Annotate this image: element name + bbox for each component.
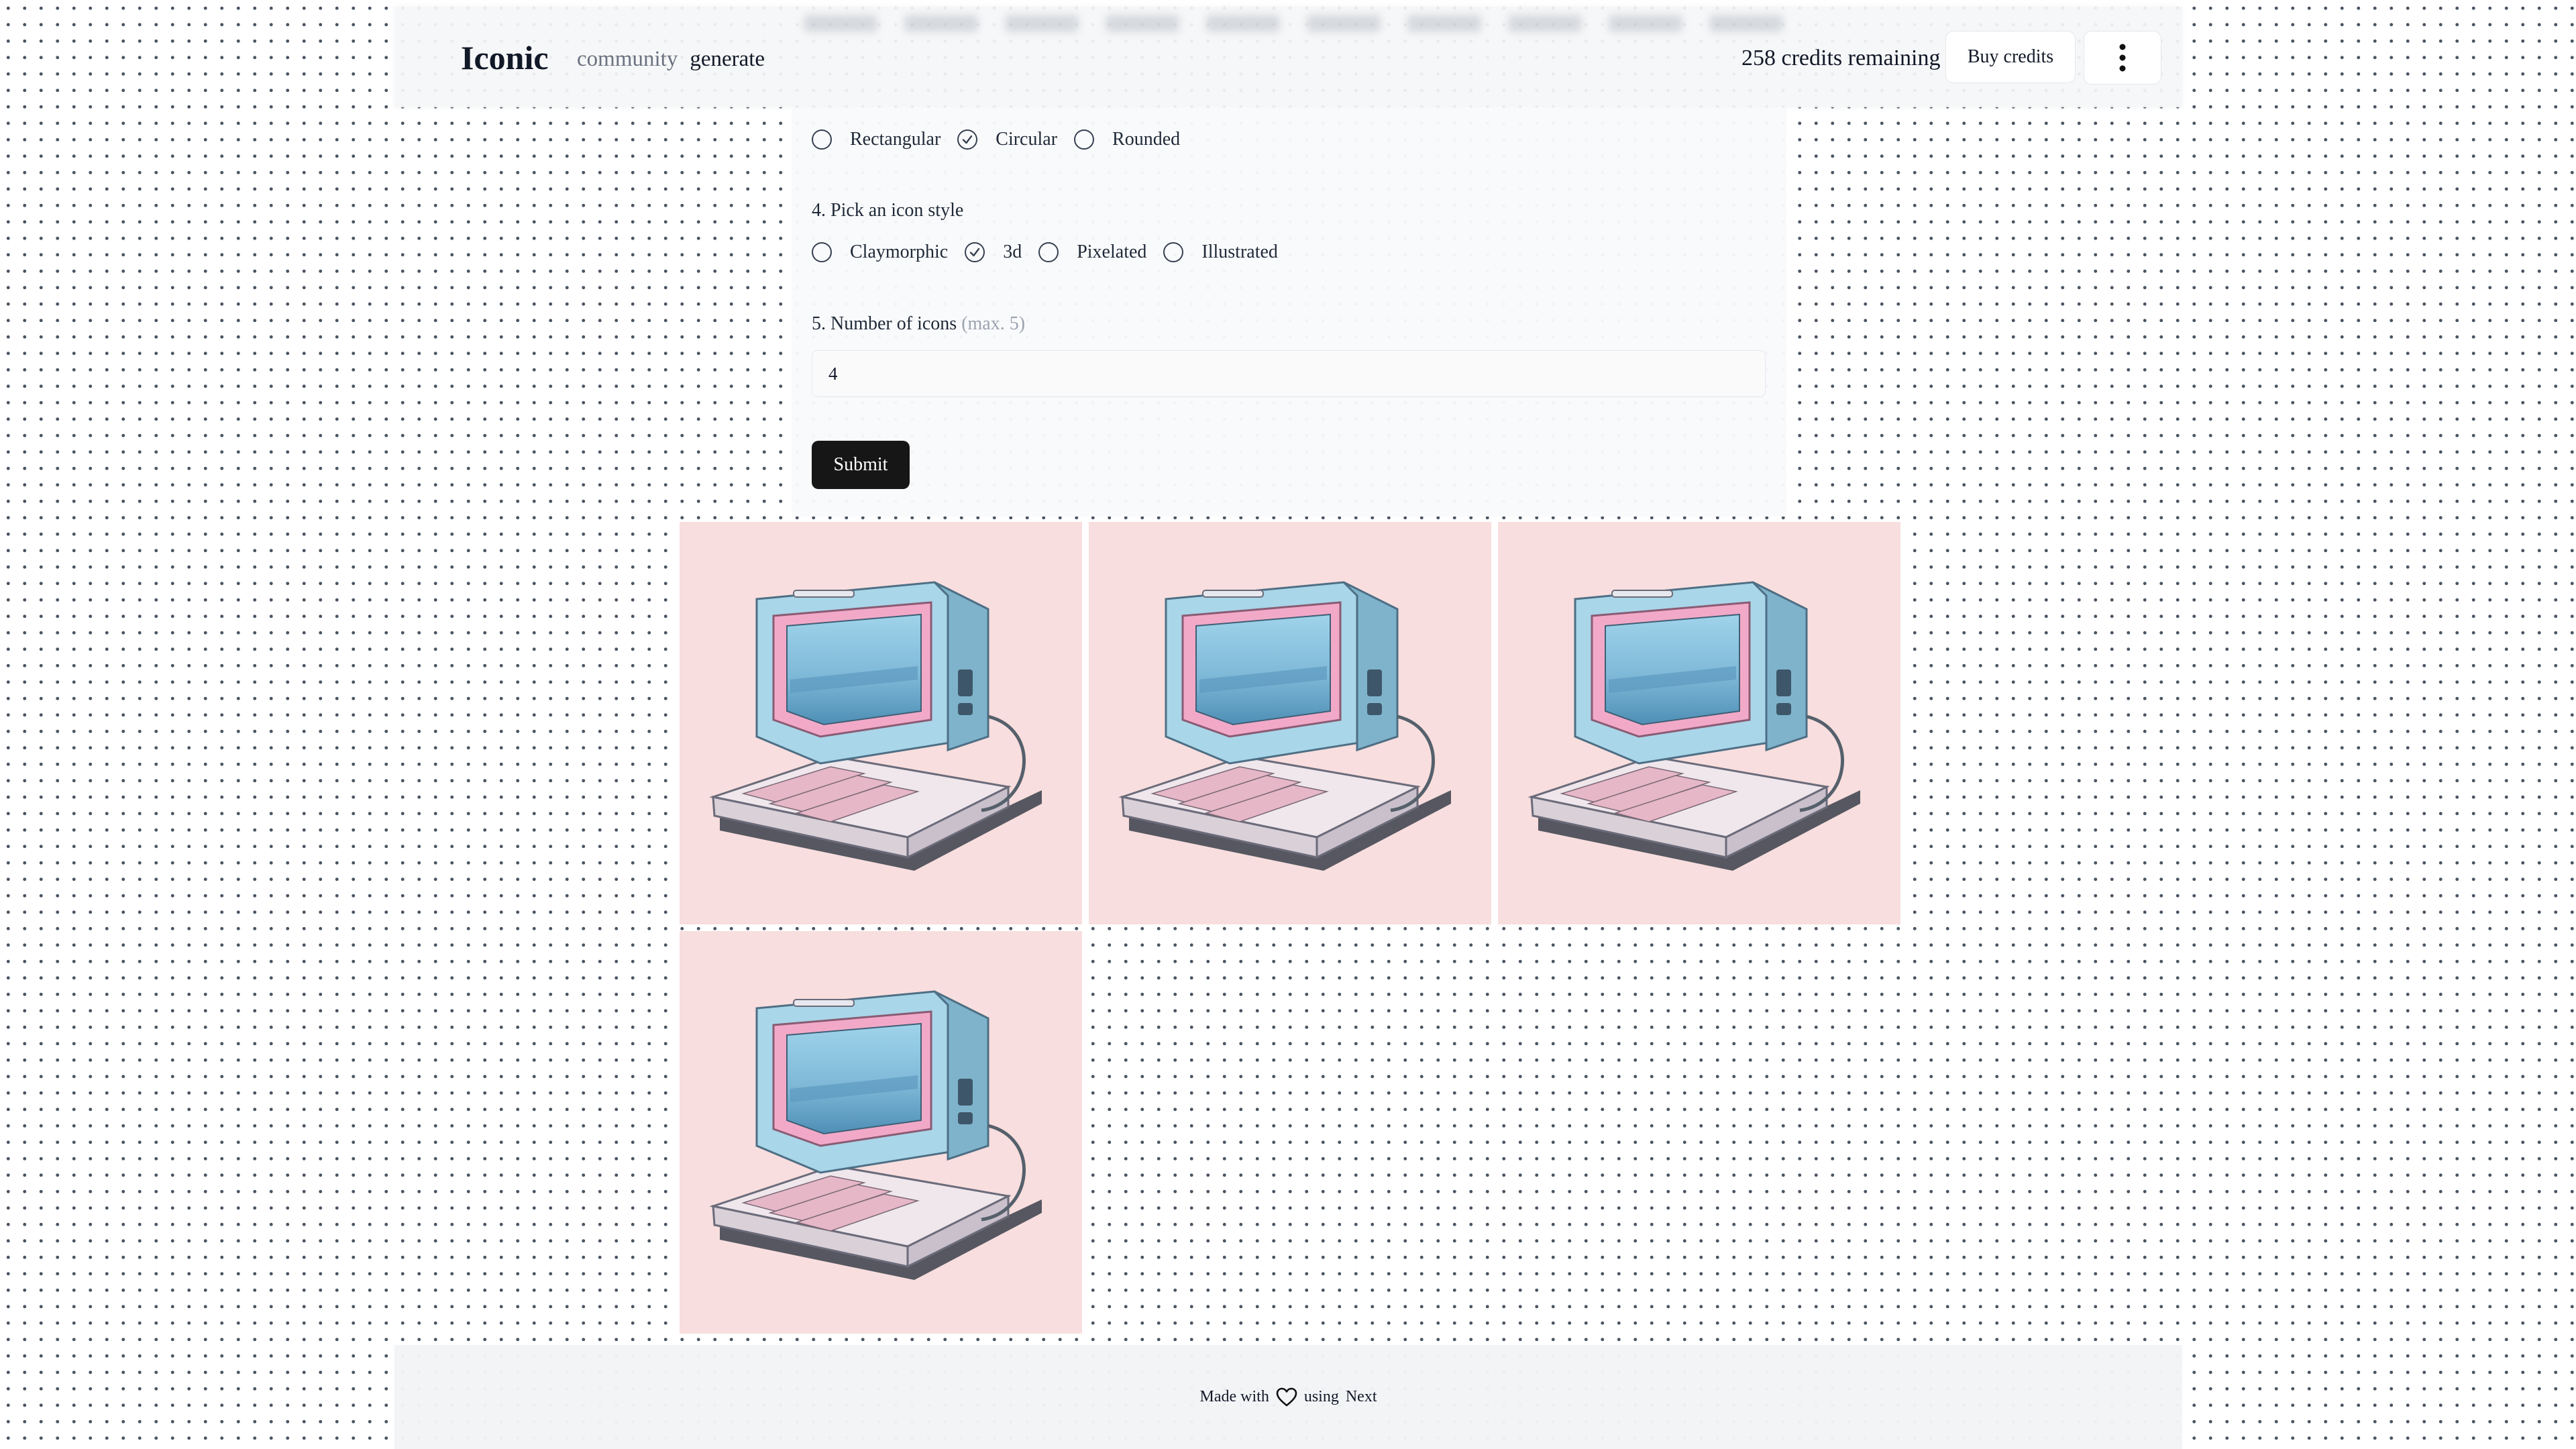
submit-button[interactable]: Submit bbox=[812, 441, 910, 489]
retro-computer-icon bbox=[693, 945, 1069, 1320]
top-header: Iconic community generate 258 credits re… bbox=[394, 7, 2182, 107]
generated-icon-tile[interactable] bbox=[1089, 522, 1491, 924]
app-logo[interactable]: Iconic bbox=[461, 38, 549, 77]
generated-icon-tile[interactable] bbox=[680, 522, 1082, 924]
nav-community-link[interactable]: community bbox=[577, 47, 678, 72]
shape-label-circular: Circular bbox=[996, 129, 1058, 150]
retro-computer-icon bbox=[693, 535, 1069, 911]
style-label-pixelated: Pixelated bbox=[1077, 241, 1147, 262]
generated-icon-tile[interactable] bbox=[1498, 522, 1900, 924]
number-of-icons-input[interactable] bbox=[812, 350, 1766, 397]
style-radio-claymorphic[interactable] bbox=[812, 242, 832, 262]
shape-label-rectangular: Rectangular bbox=[850, 129, 941, 150]
style-label-illustrated: Illustrated bbox=[1201, 241, 1278, 262]
footer-using: using bbox=[1303, 1388, 1339, 1405]
generate-form: Rectangular Circular Rounded 4. Pick an … bbox=[792, 107, 1786, 517]
style-label-claymorphic: Claymorphic bbox=[850, 241, 949, 262]
more-options-button[interactable] bbox=[2084, 31, 2161, 85]
style-radio-illustrated[interactable] bbox=[1163, 242, 1184, 262]
generated-icons-grid bbox=[680, 522, 1900, 1334]
main-nav: community generate bbox=[577, 47, 765, 72]
footer: Made with using Next bbox=[394, 1345, 2182, 1449]
style-radio-pixelated[interactable] bbox=[1038, 242, 1059, 262]
blurred-color-options bbox=[804, 15, 1783, 32]
retro-computer-icon bbox=[1102, 535, 1478, 911]
more-vertical-icon bbox=[2119, 44, 2126, 72]
credits-remaining: 258 credits remaining bbox=[1741, 46, 1941, 70]
shape-radio-rounded[interactable] bbox=[1074, 129, 1095, 150]
checkmark-icon bbox=[970, 248, 980, 257]
style-label-3d: 3d bbox=[1003, 241, 1022, 262]
checkmark-icon bbox=[963, 135, 973, 144]
style-options: Claymorphic 3d Pixelated Illustrated bbox=[812, 241, 1295, 263]
generated-icon-tile[interactable] bbox=[680, 931, 1082, 1334]
shape-radio-rectangular[interactable] bbox=[812, 129, 832, 150]
buy-credits-button[interactable]: Buy credits bbox=[1945, 31, 2076, 83]
heart-icon bbox=[1276, 1387, 1297, 1406]
style-question: 4. Pick an icon style bbox=[812, 200, 964, 221]
count-question: 5. Number of icons (max. 5) bbox=[812, 313, 1025, 335]
style-radio-3d[interactable] bbox=[965, 242, 985, 262]
shape-radio-circular[interactable] bbox=[957, 129, 978, 150]
shape-label-rounded: Rounded bbox=[1112, 129, 1181, 150]
retro-computer-icon bbox=[1511, 535, 1887, 911]
count-hint: (max. 5) bbox=[961, 313, 1026, 334]
shape-options: Rectangular Circular Rounded bbox=[812, 129, 1197, 150]
footer-framework[interactable]: Next bbox=[1346, 1388, 1377, 1406]
count-question-text: 5. Number of icons bbox=[812, 313, 957, 334]
footer-made-with: Made with bbox=[1199, 1388, 1269, 1405]
nav-generate-link[interactable]: generate bbox=[690, 47, 765, 72]
